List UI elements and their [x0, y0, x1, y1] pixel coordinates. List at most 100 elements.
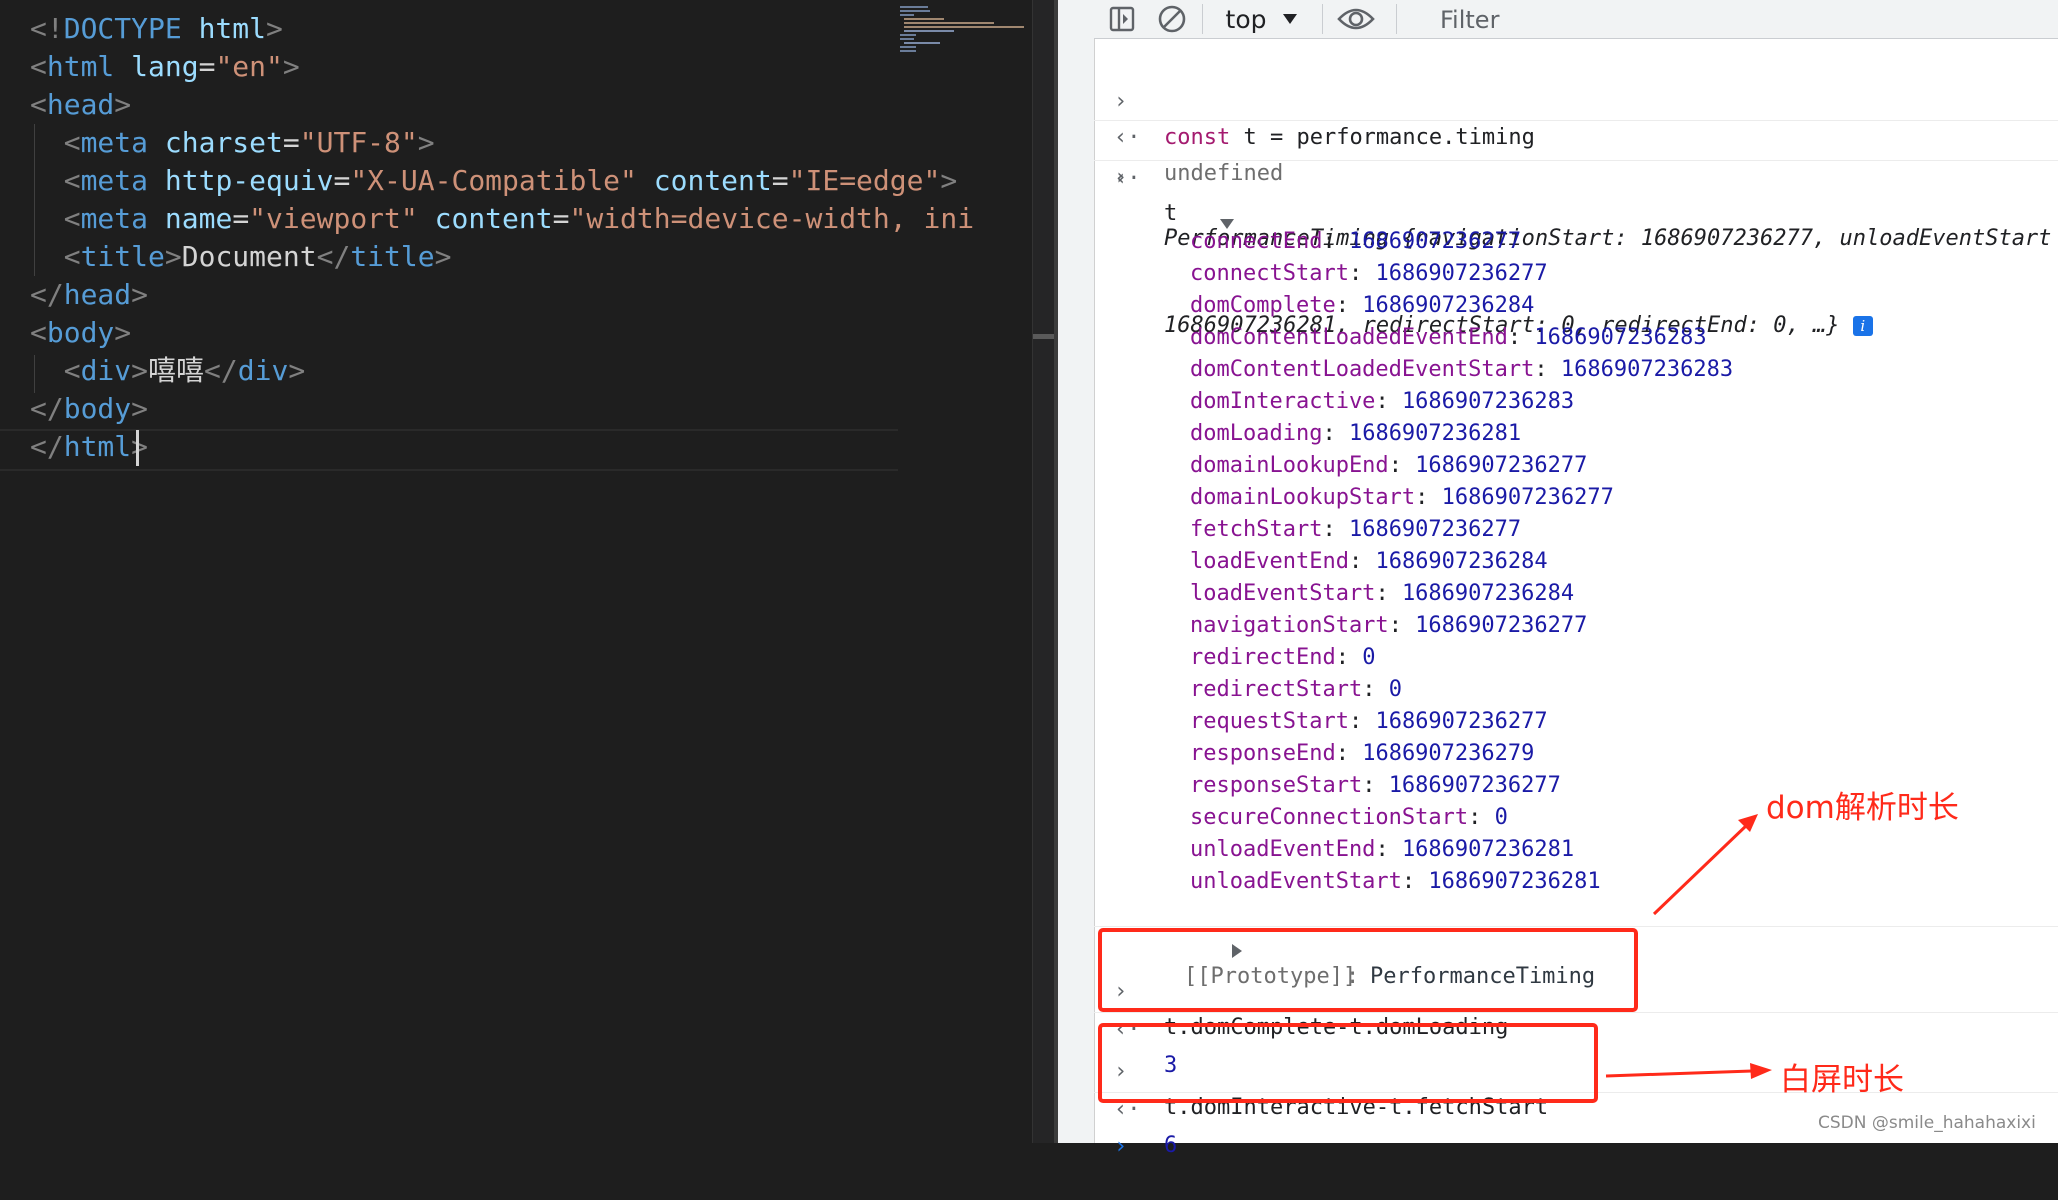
property-value: 1686907236277 [1375, 261, 1548, 286]
code-line[interactable]: <meta charset="UTF-8"> [30, 124, 435, 162]
code-line[interactable]: <!DOCTYPE html> [30, 10, 283, 48]
code-editor[interactable]: <!DOCTYPE html> <html lang="en"> <head> <m… [0, 0, 1057, 1143]
property-name: domInteractive [1190, 389, 1376, 414]
code-token: > [131, 354, 149, 387]
property-value: 1686907236284 [1401, 581, 1575, 606]
property-value: 1686907236284 [1375, 549, 1548, 574]
code-token: "IE=edge" [788, 164, 941, 197]
console-result-row: ‹· 3 [1094, 976, 2058, 1078]
code-line[interactable]: <meta http-equiv="X-UA-Compatible" conte… [30, 162, 957, 200]
sidebar-toggle-icon[interactable] [1102, 0, 1142, 38]
code-token: content [653, 164, 772, 197]
property-row: connectStart: 1686907236277 [1094, 258, 2058, 290]
property-value: 1686907236283 [1560, 357, 1734, 382]
code-token: content [434, 202, 553, 235]
console-input-row: › t.domInteractive-t.fetchStart [1094, 1018, 2058, 1120]
property-row: domContentLoadedEventEnd: 1686907236283 [1094, 322, 2058, 354]
code-line[interactable]: </head> [30, 276, 148, 314]
code-token: > [434, 240, 452, 273]
clear-console-icon[interactable] [1152, 0, 1192, 38]
code-line[interactable]: <meta name="viewport" content="width=dev… [30, 200, 974, 238]
code-token: meta [80, 202, 165, 235]
console-input-row: › const t = performance.timing [1094, 48, 2058, 150]
current-line-highlight [0, 429, 898, 471]
editor-scrollbar[interactable] [1032, 0, 1055, 1143]
code-token: "X-UA-Compatible" [350, 164, 654, 197]
context-label: top [1225, 4, 1267, 34]
code-line[interactable]: <title>Document</title> [30, 238, 452, 276]
property-row: fetchStart: 1686907236277 [1094, 514, 2058, 546]
code-token: < [63, 240, 81, 273]
prototype-row[interactable]: [[Prototype]]: PerformanceTiming [1094, 892, 2058, 989]
property-name: loadEventStart [1190, 581, 1376, 606]
property-colon: : [1335, 741, 1363, 766]
code-token: html [46, 50, 132, 83]
property-row: unloadEventEnd: 1686907236281 [1094, 834, 2058, 866]
scrollbar-thumb[interactable] [1033, 334, 1055, 339]
property-colon: : [1375, 837, 1402, 862]
property-colon: : [1375, 581, 1402, 606]
property-name: secureConnectionStart [1190, 805, 1469, 830]
code-line[interactable]: <div>嘻嘻</div> [30, 352, 305, 390]
code-token: head [46, 88, 115, 121]
property-value: 1686907236281 [1401, 837, 1575, 862]
code-token: meta [80, 164, 165, 197]
dropdown-arrow-icon [1282, 10, 1298, 29]
property-row: domainLookupStart: 1686907236277 [1094, 482, 2058, 514]
annotation-label: dom解析时长 [1766, 790, 1959, 826]
property-colon: : [1362, 773, 1389, 798]
property-colon: : [1322, 517, 1349, 542]
code-token: = [552, 202, 570, 235]
code-token: > [131, 278, 149, 311]
property-name: navigationStart [1190, 613, 1389, 638]
property-value: 1686907236277 [1388, 773, 1561, 798]
code-token: < [30, 50, 47, 83]
property-name: unloadEventEnd [1190, 837, 1376, 862]
console-result-row: ‹· 6 [1094, 1056, 2058, 1158]
property-row: domComplete: 1686907236284 [1094, 290, 2058, 322]
prompt-chevron-icon: › [1114, 1134, 1128, 1159]
code-token: > [131, 392, 149, 425]
property-colon: : [1348, 549, 1376, 574]
code-token: > [114, 88, 132, 121]
toolbar-separator [1396, 4, 1397, 34]
code-line[interactable]: <html lang="en"> [30, 48, 300, 86]
watermark: CSDN @smile_hahahaxixi [1818, 1113, 2036, 1133]
code-token: meta [80, 126, 165, 159]
console-input-row: › t [1094, 124, 2058, 226]
property-colon: : [1322, 421, 1349, 446]
property-colon: : [1348, 709, 1376, 734]
property-colon: : [1507, 325, 1535, 350]
code-token: < [63, 164, 81, 197]
property-name: connectEnd [1190, 229, 1323, 254]
code-token: DOCTYPE [63, 12, 199, 45]
property-name: responseStart [1190, 773, 1363, 798]
code-token: body [46, 316, 115, 349]
property-colon: : [1534, 357, 1561, 382]
code-token: </ [204, 354, 238, 387]
property-row: domLoading: 1686907236281 [1094, 418, 2058, 450]
property-name: domContentLoadedEventStart [1190, 357, 1535, 382]
code-token: body [63, 392, 132, 425]
property-value: 0 [1388, 677, 1402, 702]
property-colon: : [1322, 229, 1349, 254]
property-value: 1686907236283 [1401, 389, 1575, 414]
code-token: head [63, 278, 132, 311]
code-line[interactable]: <body> [30, 314, 131, 352]
property-row: loadEventStart: 1686907236284 [1094, 578, 2058, 610]
code-line[interactable]: </body> [30, 390, 148, 428]
property-name: redirectStart [1190, 677, 1363, 702]
devtools-console-panel: top › const t = performance.timing ‹· un… [1058, 0, 2058, 1159]
live-expression-eye-icon[interactable] [1330, 0, 1382, 38]
code-token: > [282, 50, 300, 83]
code-line[interactable]: <head> [30, 86, 131, 124]
property-name: domainLookupStart [1190, 485, 1416, 510]
property-value: 1686907236284 [1362, 293, 1535, 318]
property-row: responseEnd: 1686907236279 [1094, 738, 2058, 770]
minimap[interactable] [900, 6, 1030, 66]
context-selector[interactable]: top [1212, 0, 1312, 38]
filter-input[interactable] [1438, 2, 2042, 38]
